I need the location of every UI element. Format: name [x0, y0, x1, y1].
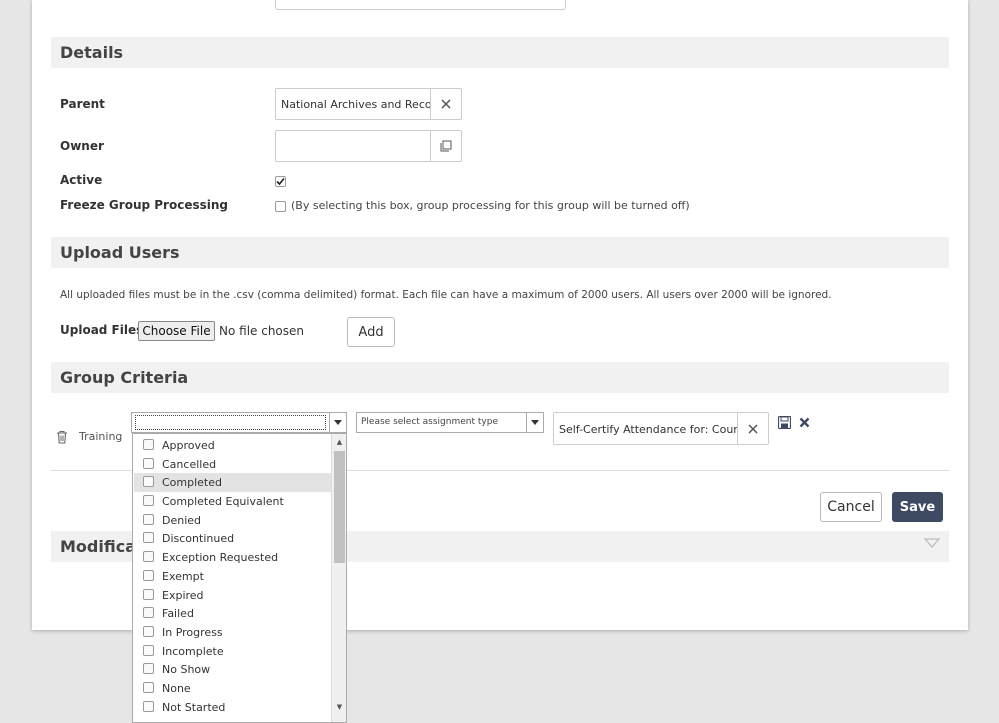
option-checkbox[interactable] — [143, 551, 154, 562]
status-option[interactable]: Expired — [134, 586, 332, 605]
option-checkbox[interactable] — [143, 476, 154, 487]
expand-triangle-icon[interactable] — [924, 538, 940, 548]
option-checkbox[interactable] — [143, 495, 154, 506]
clear-parent-button[interactable] — [430, 89, 461, 119]
remove-row-icon[interactable] — [799, 417, 810, 428]
details-title: Details — [60, 43, 124, 62]
owner-lookup[interactable] — [275, 130, 462, 162]
freeze-label: Freeze Group Processing — [60, 198, 228, 212]
status-option[interactable]: Failed — [134, 604, 332, 623]
option-checkbox[interactable] — [143, 514, 154, 525]
option-checkbox[interactable] — [143, 570, 154, 581]
option-checkbox[interactable] — [143, 701, 154, 712]
status-option[interactable]: Discontinued — [134, 529, 332, 548]
options-scrollbar[interactable]: ▲ ▼ — [331, 434, 346, 722]
assignment-dropdown-toggle[interactable] — [526, 413, 543, 432]
option-checkbox[interactable] — [143, 589, 154, 600]
option-checkbox[interactable] — [143, 645, 154, 656]
status-option[interactable]: Exempt — [134, 567, 332, 586]
criteria-title: Group Criteria — [60, 368, 189, 387]
details-section-header: Details — [51, 37, 949, 68]
trash-icon[interactable] — [56, 430, 68, 444]
status-option[interactable]: Approved — [134, 436, 332, 455]
option-checkbox[interactable] — [143, 682, 154, 693]
status-option[interactable]: Incomplete — [134, 642, 332, 661]
assignment-type-placeholder: Please select assignment type — [361, 417, 498, 427]
status-multiselect[interactable] — [131, 412, 347, 433]
status-option[interactable]: None — [134, 679, 332, 698]
save-row-icon[interactable] — [778, 416, 791, 429]
status-option[interactable]: In Progress — [134, 623, 332, 642]
cancel-button[interactable]: Cancel — [820, 492, 882, 522]
freeze-hint: (By selecting this box, group processing… — [291, 199, 690, 212]
assignment-type-select[interactable]: Please select assignment type — [356, 412, 544, 433]
upload-note: All uploaded files must be in the .csv (… — [60, 289, 832, 301]
close-icon — [441, 99, 451, 109]
course-value: Self-Certify Attendance for: Course — [559, 423, 737, 436]
option-checkbox[interactable] — [143, 532, 154, 543]
browse-window-icon — [440, 140, 452, 152]
parent-lookup[interactable]: National Archives and Records — [275, 88, 462, 120]
status-option[interactable]: No Show — [134, 660, 332, 679]
no-file-text: No file chosen — [219, 324, 305, 338]
course-lookup[interactable]: Self-Certify Attendance for: Course — [553, 412, 769, 445]
status-option[interactable]: Exception Requested — [134, 548, 332, 567]
status-options-list[interactable]: Approved Cancelled Completed Completed E… — [132, 433, 347, 723]
close-icon — [748, 423, 758, 434]
freeze-checkbox[interactable] — [275, 201, 286, 212]
option-checkbox[interactable] — [143, 626, 154, 637]
owner-label: Owner — [60, 139, 104, 153]
status-option[interactable]: Cancelled — [134, 455, 332, 474]
active-checkbox[interactable] — [275, 176, 286, 187]
status-option[interactable]: Denied — [134, 511, 332, 530]
caret-down-icon — [531, 420, 539, 425]
save-button[interactable]: Save — [892, 492, 943, 522]
status-option[interactable]: Not Started — [134, 698, 332, 717]
parent-value: National Archives and Records — [281, 98, 431, 111]
status-search-input[interactable] — [135, 415, 326, 430]
checkmark-icon — [276, 177, 285, 186]
active-label: Active — [60, 173, 103, 187]
choose-file-button[interactable]: Choose File — [138, 321, 215, 341]
add-button[interactable]: Add — [347, 317, 395, 347]
option-checkbox[interactable] — [143, 458, 154, 469]
option-checkbox[interactable] — [143, 607, 154, 618]
owner-browse-button[interactable] — [430, 131, 461, 161]
upload-section-header: Upload Users — [51, 237, 949, 268]
upload-title: Upload Users — [60, 243, 180, 262]
status-option-highlighted[interactable]: Completed — [134, 473, 332, 492]
criteria-row-label: Training — [79, 430, 123, 443]
clear-course-button[interactable] — [737, 413, 768, 444]
option-checkbox[interactable] — [143, 663, 154, 674]
status-option[interactable]: Completed Equivalent — [134, 492, 332, 511]
scroll-down-arrow-icon[interactable]: ▼ — [332, 700, 346, 714]
caret-down-icon — [334, 420, 342, 425]
top-input-field[interactable] — [275, 0, 566, 10]
status-dropdown-toggle[interactable] — [329, 413, 346, 432]
scroll-up-arrow-icon[interactable]: ▲ — [332, 435, 346, 449]
scrollbar-thumb[interactable] — [334, 451, 345, 563]
upload-files-label: Upload Files: — [60, 323, 149, 337]
parent-label: Parent — [60, 97, 105, 111]
criteria-section-header: Group Criteria — [51, 362, 949, 393]
option-checkbox[interactable] — [143, 439, 154, 450]
